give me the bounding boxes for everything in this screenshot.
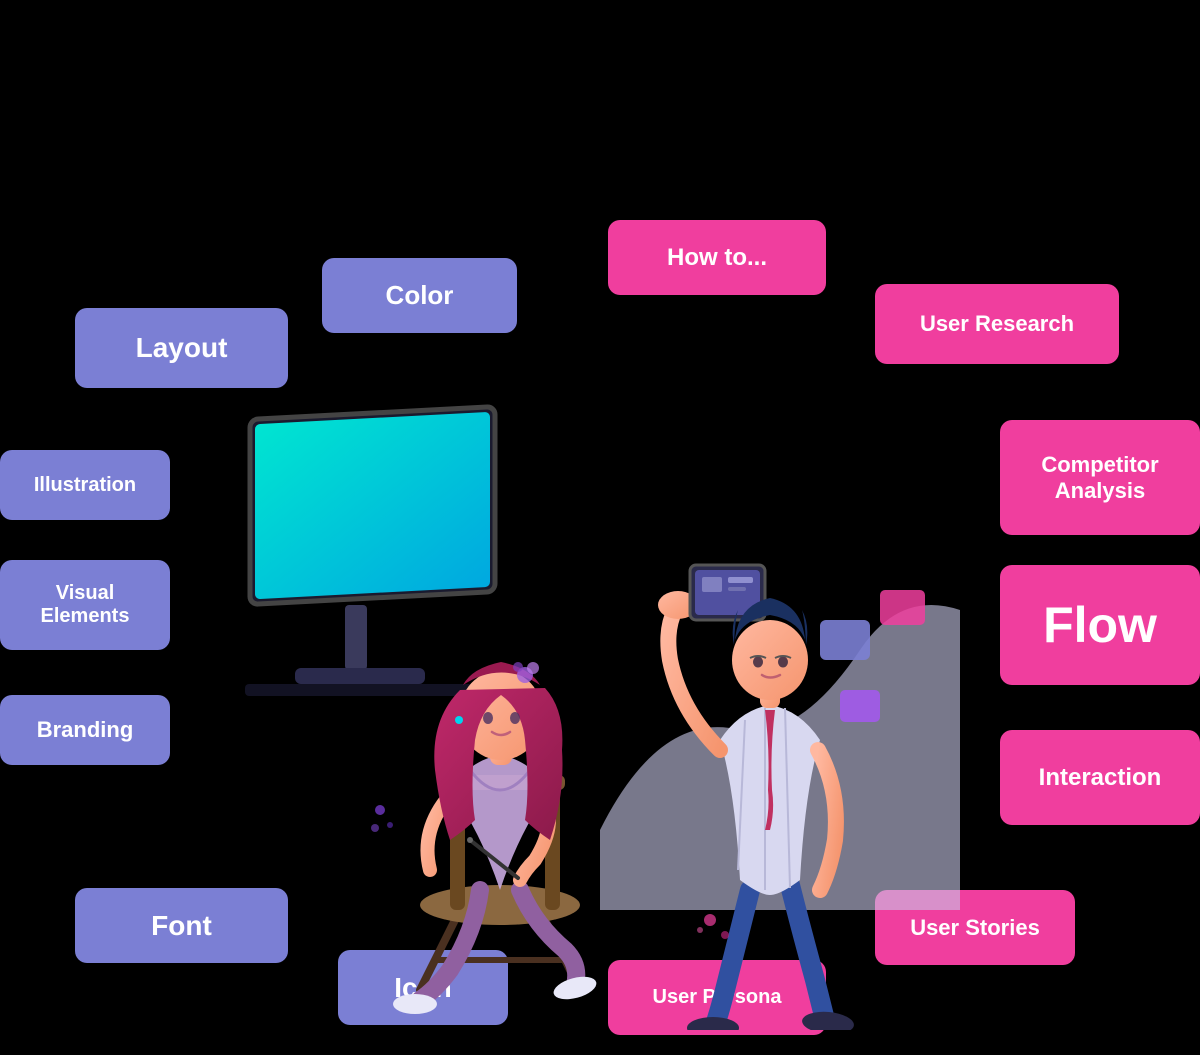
branding-label: Branding [37,717,134,743]
illustration-tag[interactable]: Illustration [0,450,170,520]
visual-elements-tag[interactable]: Visual Elements [0,560,170,650]
branding-tag[interactable]: Branding [0,695,170,765]
how-to-label: How to... [667,244,767,272]
visual-elements-label: Visual Elements [0,582,170,628]
central-illustration [180,350,1000,1030]
color-tag[interactable]: Color [322,258,517,333]
interaction-label: Interaction [1039,764,1162,792]
user-research-label: User Research [920,311,1074,337]
flow-label: Flow [1043,596,1157,654]
illustration-label: Illustration [34,474,136,497]
how-to-tag[interactable]: How to... [608,220,826,295]
flow-tag[interactable]: Flow [1000,565,1200,685]
color-label: Color [386,280,454,311]
competitor-analysis-tag[interactable]: Competitor Analysis [1000,420,1200,535]
interaction-tag[interactable]: Interaction [1000,730,1200,825]
competitor-analysis-label: Competitor Analysis [1000,452,1200,504]
